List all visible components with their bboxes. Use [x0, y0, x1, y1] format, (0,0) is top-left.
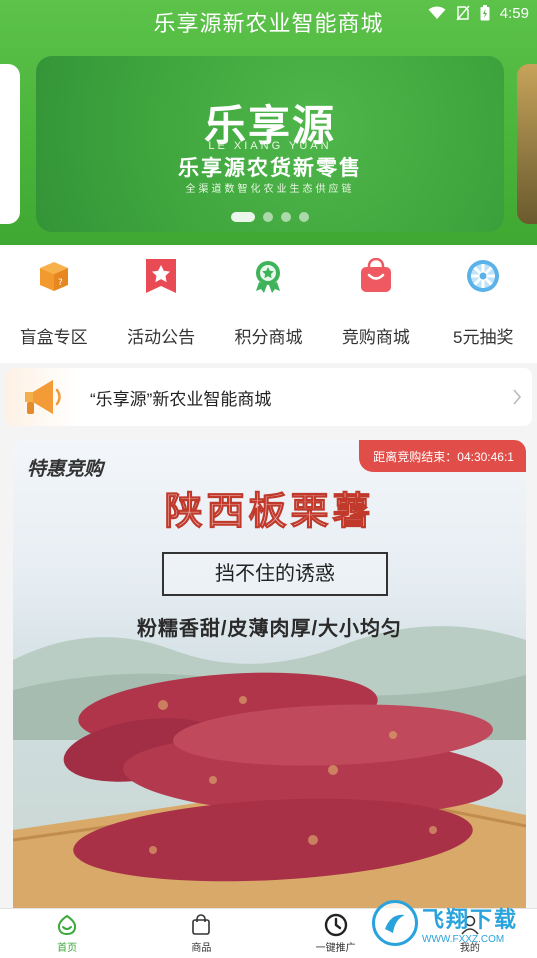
nav-item-lottery[interactable]: 5元抽奖: [430, 245, 537, 363]
nav-item-blind-box[interactable]: ? 盲盒专区: [0, 245, 107, 363]
nav-label: 竞购商城: [341, 328, 410, 347]
star-bookmark-icon: [142, 257, 180, 295]
carousel-dot[interactable]: [263, 212, 273, 222]
nav-label: 5元抽奖: [453, 328, 514, 347]
nav-label: 盲盒专区: [19, 328, 88, 347]
banner-slogan-sub: 全渠道数智化农业生态供应链: [185, 184, 355, 195]
watermark-text: 飞翔下载: [422, 906, 519, 932]
header: 乐享源新农业智能商城 4:59 乐享源 LE XIANG YUAN 乐享源农货新…: [0, 0, 537, 245]
tab-label: 商品: [191, 943, 212, 954]
nav-item-points-mall[interactable]: 积分商城: [215, 245, 322, 363]
clock-icon: [324, 913, 348, 937]
tab-label: 首页: [57, 943, 78, 954]
no-sim-icon: [456, 5, 470, 21]
carousel-dot[interactable]: [299, 212, 309, 222]
home-icon: [56, 913, 78, 937]
nav-item-announcements[interactable]: 活动公告: [108, 245, 215, 363]
battery-icon: [480, 5, 490, 21]
shopping-bag-icon: [357, 257, 395, 295]
gift-box-icon: ?: [35, 257, 73, 295]
carousel-dot[interactable]: [281, 212, 291, 222]
notice-bar[interactable]: “乐享源”新农业智能商城: [6, 368, 532, 426]
carousel-dot[interactable]: [231, 212, 255, 222]
tab-home[interactable]: 首页: [0, 909, 134, 958]
wifi-icon: [428, 6, 446, 20]
watermark-logo-icon: [372, 900, 418, 946]
deal-tag: 特惠竞购: [27, 459, 104, 480]
megaphone-icon: [6, 368, 78, 426]
auction-card[interactable]: 特惠竞购 距离竞购结束：04:30:46:1 陕西板栗薯 挡不住的诱惑 粉糯香甜…: [13, 440, 526, 910]
site-watermark: 飞翔下载 WWW.FXXZ.COM: [372, 898, 532, 948]
status-time: 4:59: [499, 4, 529, 22]
medal-icon: [249, 257, 287, 295]
watermark-url: WWW.FXXZ.COM: [422, 933, 505, 945]
tab-products[interactable]: 商品: [134, 909, 268, 958]
status-bar: 4:59: [428, 2, 529, 24]
banner-logo-en: LE XIANG YUAN: [208, 140, 332, 152]
category-nav: ? 盲盒专区 活动公告 积分商城 竞购商城 5元抽奖: [0, 245, 537, 363]
nav-label: 积分商城: [234, 328, 303, 347]
product-tagline: 挡不住的诱惑: [162, 552, 388, 596]
banner-slide[interactable]: 乐享源 LE XIANG YUAN 乐享源农货新零售 全渠道数智化农业生态供应链: [36, 56, 504, 232]
banner-next-slide[interactable]: [517, 64, 537, 224]
nav-label: 活动公告: [127, 328, 196, 347]
product-features: 粉糯香甜/皮薄肉厚/大小均匀: [136, 618, 403, 640]
auction-countdown: 距离竞购结束：04:30:46:1: [359, 440, 526, 472]
svg-text:?: ?: [58, 278, 63, 288]
bag-icon: [191, 913, 211, 937]
prize-wheel-icon: [464, 257, 502, 295]
notice-text: “乐享源”新农业智能商城: [90, 389, 272, 409]
carousel-indicator: [36, 212, 504, 222]
product-title: 陕西板栗薯: [164, 489, 375, 534]
banner-prev-slide[interactable]: [0, 64, 20, 224]
tab-label: 一键推广: [315, 943, 356, 954]
banner-slogan: 乐享源农货新零售: [178, 157, 362, 180]
nav-item-auction-mall[interactable]: 竞购商城: [322, 245, 429, 363]
sweet-potato-image: [13, 672, 526, 910]
chevron-right-icon: [502, 388, 532, 406]
